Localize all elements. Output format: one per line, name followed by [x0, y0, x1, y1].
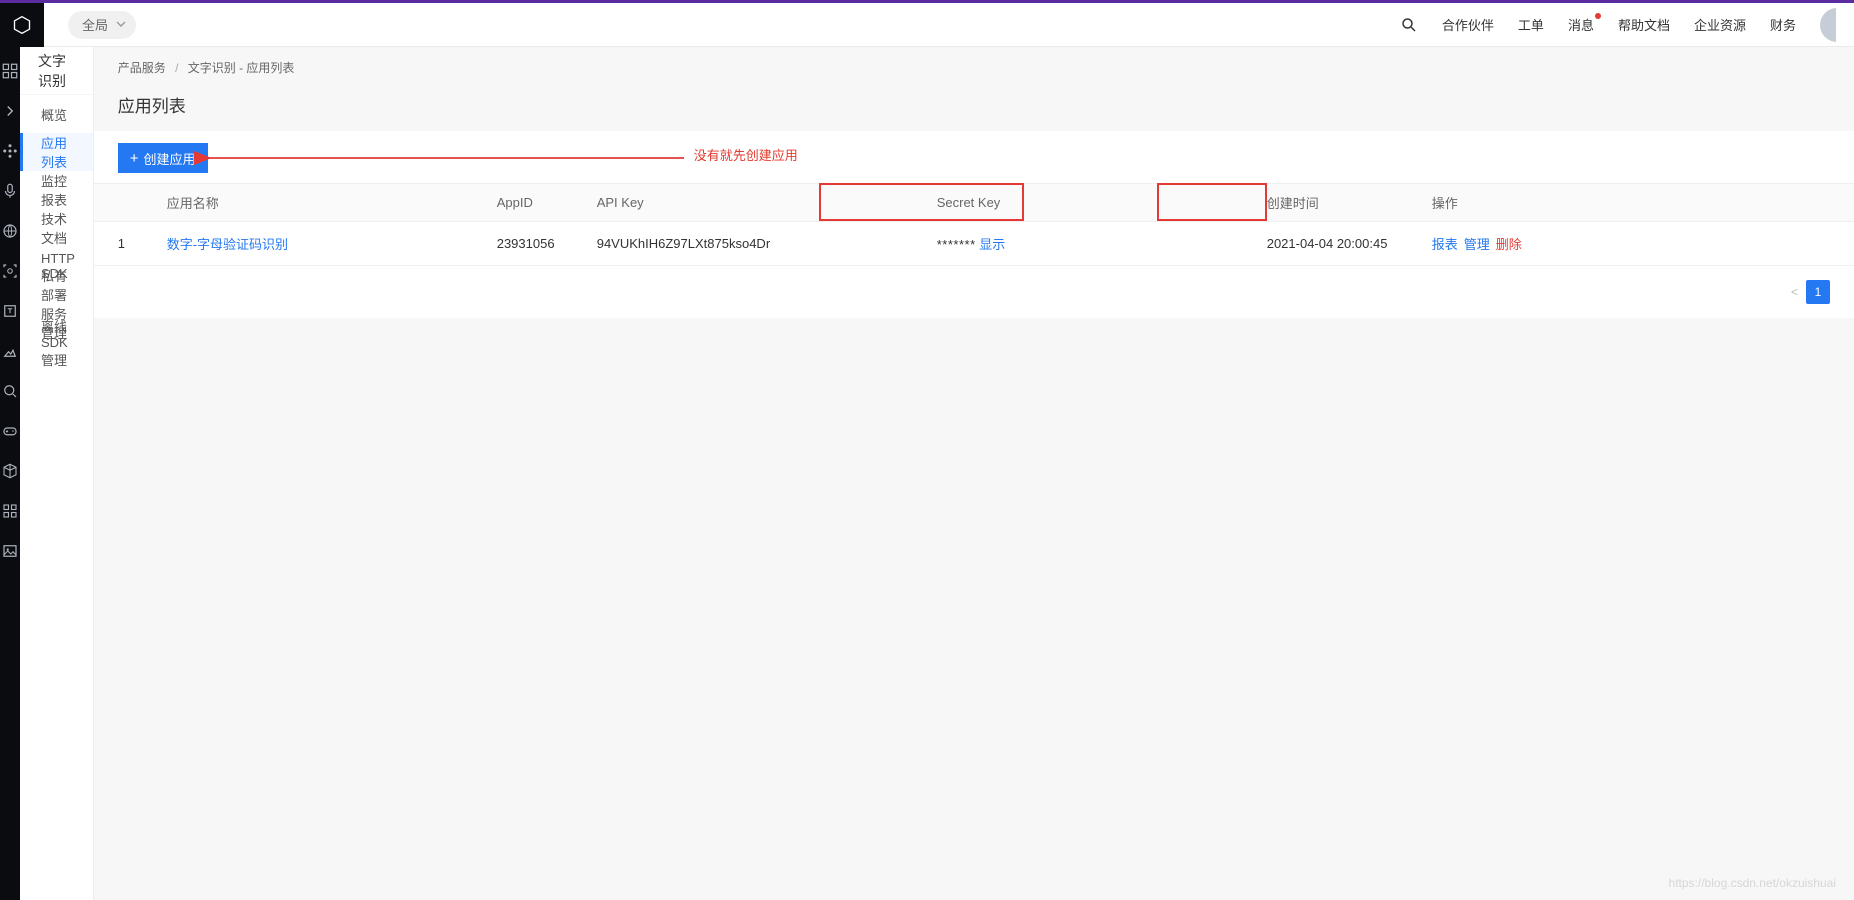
- scope-label: 全局: [82, 15, 108, 34]
- col-appid: AppID: [489, 184, 589, 222]
- cell-ops: 报表管理删除: [1424, 222, 1854, 266]
- rail-picture-icon[interactable]: [0, 541, 20, 561]
- header-link-resources[interactable]: 企业资源: [1694, 15, 1746, 34]
- header-link-help[interactable]: 帮助文档: [1618, 15, 1670, 34]
- header-link-finance[interactable]: 财务: [1770, 15, 1796, 34]
- col-name: 应用名称: [159, 184, 489, 222]
- crumb-current: 文字识别 - 应用列表: [188, 61, 295, 75]
- header-link-messages[interactable]: 消息: [1568, 15, 1594, 34]
- logo[interactable]: [0, 3, 44, 47]
- header-link-tickets[interactable]: 工单: [1518, 15, 1544, 34]
- app-name-link[interactable]: 数字-字母验证码识别: [167, 237, 288, 252]
- cell-secret: ******* 显示: [929, 222, 1259, 266]
- op-delete[interactable]: 删除: [1496, 237, 1522, 252]
- cell-idx: 1: [94, 222, 159, 266]
- rail-globe-icon[interactable]: [0, 221, 20, 241]
- col-idx: [94, 184, 159, 222]
- main-content: 产品服务 / 文字识别 - 应用列表 应用列表 + 创建应用 没有就先创建应用: [94, 47, 1854, 900]
- page-title: 应用列表: [94, 84, 1854, 131]
- table-header-row: 应用名称 AppID API Key Secret Key 创建时间 操作: [94, 184, 1854, 222]
- create-app-label: 创建应用: [143, 149, 195, 168]
- avatar[interactable]: [1820, 8, 1836, 42]
- op-manage[interactable]: 管理: [1464, 237, 1490, 252]
- scope-selector[interactable]: 全局: [68, 11, 136, 39]
- subnav-item-1[interactable]: 应用列表: [20, 133, 93, 171]
- rail-game-icon[interactable]: [0, 421, 20, 441]
- breadcrumb-sep: /: [175, 61, 178, 75]
- plus-icon: +: [130, 151, 139, 166]
- rail-search2-icon[interactable]: [0, 381, 20, 401]
- pager-prev[interactable]: <: [1791, 285, 1798, 299]
- rail-expand-icon[interactable]: [0, 101, 20, 121]
- pager: < 1: [94, 266, 1854, 318]
- subnav-item-0[interactable]: 概览: [20, 95, 93, 133]
- rail-mic-icon[interactable]: [0, 181, 20, 201]
- col-ops: 操作: [1424, 184, 1854, 222]
- watermark: https://blog.csdn.net/okzuishuai: [1669, 876, 1836, 890]
- header-bar: 全局 合作伙伴 工单 消息 帮助文档 企业资源 财务: [0, 3, 1854, 47]
- table-row: 1 数字-字母验证码识别 2393105694VUKhIH6Z97LXt875kso…: [94, 222, 1854, 266]
- subnav-item-3[interactable]: 技术文档: [20, 209, 93, 247]
- subnav-title: 文字识别: [20, 47, 93, 95]
- show-secret-link[interactable]: 显示: [979, 237, 1005, 252]
- rail-cube-icon[interactable]: [0, 461, 20, 481]
- toolbar: + 创建应用 没有就先创建应用: [94, 131, 1854, 183]
- create-app-button[interactable]: + 创建应用: [118, 143, 208, 173]
- col-apikey: API Key: [589, 184, 929, 222]
- rail-image-icon[interactable]: [0, 341, 20, 361]
- col-created: 创建时间: [1259, 184, 1424, 222]
- cell-apikey: 94VUKhIH6Z97LXt875kso4Dr: [589, 222, 929, 266]
- app-table: 应用名称 AppID API Key Secret Key 创建时间 操作 1数…: [94, 183, 1854, 266]
- search-icon[interactable]: [1400, 16, 1418, 34]
- crumb-products[interactable]: 产品服务: [118, 61, 166, 75]
- breadcrumb: 产品服务 / 文字识别 - 应用列表: [94, 47, 1854, 84]
- rail-connect-icon[interactable]: [0, 141, 20, 161]
- rail-face-icon[interactable]: [0, 261, 20, 281]
- subnav-item-6[interactable]: 离线SDK管理: [20, 323, 93, 361]
- rail-dashboard-icon[interactable]: [0, 61, 20, 81]
- logo-icon: [12, 15, 32, 35]
- chevron-down-icon: [116, 17, 126, 32]
- op-report[interactable]: 报表: [1432, 237, 1458, 252]
- subnav-item-2[interactable]: 监控报表: [20, 171, 93, 209]
- header-link-partners[interactable]: 合作伙伴: [1442, 15, 1494, 34]
- rail-apps-icon[interactable]: [0, 501, 20, 521]
- col-secret: Secret Key: [929, 184, 1259, 222]
- rail-text-icon[interactable]: [0, 301, 20, 321]
- sub-navigation: 文字识别 概览应用列表监控报表技术文档HTTP SDK私有部署服务管理离线SDK…: [20, 47, 94, 900]
- cell-name: 数字-字母验证码识别: [159, 222, 489, 266]
- secret-masked: *******: [937, 237, 976, 252]
- pager-page-1[interactable]: 1: [1806, 280, 1830, 304]
- annotation-note: 没有就先创建应用: [694, 145, 798, 164]
- icon-rail: [0, 47, 20, 900]
- content-card: + 创建应用 没有就先创建应用 应用名称: [94, 131, 1854, 318]
- avatar-clip: [1820, 8, 1836, 42]
- header-right: 合作伙伴 工单 消息 帮助文档 企业资源 财务: [1400, 8, 1854, 42]
- cell-created: 2021-04-04 20:00:45: [1259, 222, 1424, 266]
- cell-appid: 23931056: [489, 222, 589, 266]
